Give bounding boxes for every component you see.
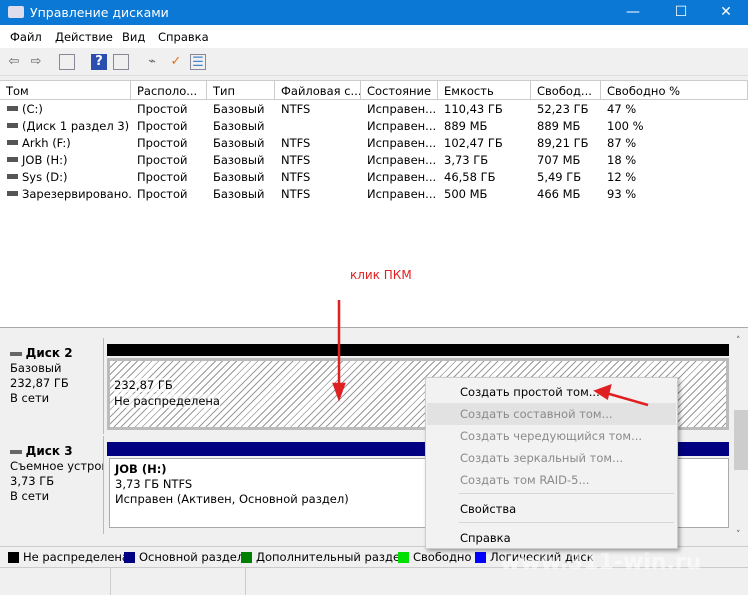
arrow-left-icon [593, 384, 649, 407]
annotation-arrows [332, 300, 649, 407]
arrow-down-icon [332, 300, 346, 402]
